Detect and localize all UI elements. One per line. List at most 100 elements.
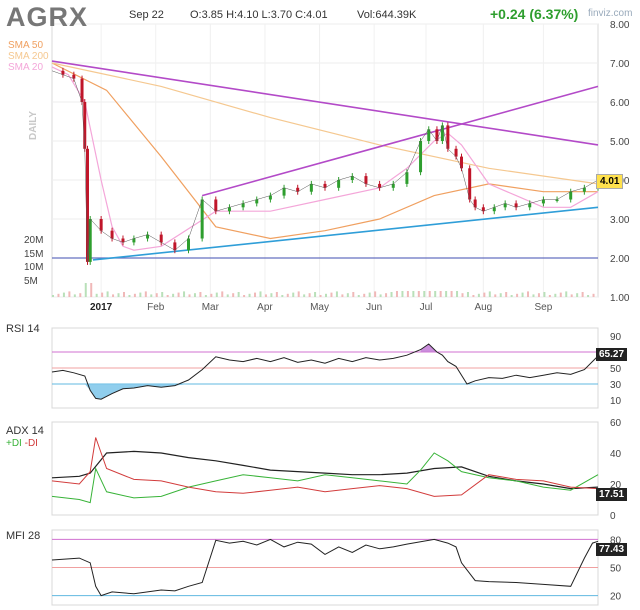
- volume-bar: [106, 291, 109, 297]
- price-close-line: [51, 70, 599, 262]
- price-tick-label: 1.00: [610, 293, 630, 304]
- rsi-last-box: 65.27: [596, 348, 628, 361]
- volume-bar: [292, 292, 295, 297]
- volume-bar: [101, 292, 104, 297]
- volume-bar: [483, 292, 486, 297]
- volume-bar: [357, 295, 360, 297]
- volume-bar: [62, 292, 65, 297]
- month-tick-label: Sep: [535, 302, 553, 313]
- volume-bar: [395, 291, 398, 297]
- chart-canvas: 8.007.006.005.004.003.002.001.002017FebM…: [24, 20, 630, 606]
- volume-tick-label: 10M: [24, 262, 43, 273]
- volume-bar: [314, 292, 317, 297]
- rsi-tick-label: 10: [610, 396, 622, 407]
- volume-bar: [281, 295, 284, 297]
- candle-body: [214, 199, 218, 212]
- volume-bar: [385, 293, 388, 297]
- volume-bar: [499, 293, 502, 297]
- rsi-tick-label: 30: [610, 380, 622, 391]
- volume-bar: [73, 294, 76, 297]
- candle-body: [200, 199, 204, 239]
- volume-bar: [488, 291, 491, 297]
- candle-body: [83, 102, 87, 149]
- candle-body: [337, 180, 341, 188]
- volume-bar: [401, 291, 404, 297]
- volume-bar: [450, 291, 453, 297]
- volume-bar: [379, 294, 382, 297]
- trendline-0: [51, 60, 599, 146]
- candle-body: [528, 203, 532, 208]
- month-tick-label: Feb: [147, 302, 165, 313]
- adx-panel-frame: [51, 421, 599, 516]
- adx-tick-label: 0: [610, 511, 616, 522]
- volume-bar: [155, 293, 158, 297]
- month-tick-label: Aug: [474, 302, 492, 313]
- month-tick-label: Apr: [257, 302, 273, 313]
- volume-bar: [232, 293, 235, 297]
- adx-series-2: [51, 437, 599, 497]
- month-tick-label: Jul: [420, 302, 433, 313]
- timeframe-label: DAILY: [28, 110, 39, 140]
- candle-body: [241, 203, 245, 208]
- volume-bar: [352, 292, 355, 297]
- volume-bar: [193, 293, 196, 297]
- legend-sma50: SMA 50: [8, 40, 44, 51]
- price-tick-label: 2.00: [610, 254, 630, 265]
- adx-tick-label: 40: [610, 449, 622, 460]
- candle-body: [159, 234, 163, 243]
- volume-bar: [581, 292, 584, 297]
- volume-bar: [95, 293, 98, 297]
- sma-line-2: [51, 66, 599, 251]
- volume-bar: [537, 293, 540, 297]
- volume-bar: [335, 291, 338, 297]
- volume-bar: [325, 293, 327, 297]
- volume-bar: [565, 291, 568, 297]
- volume-bar: [275, 292, 278, 297]
- price-tick-label: 3.00: [610, 215, 630, 226]
- volume-bar: [330, 292, 333, 297]
- volume-tick-label: 15M: [24, 249, 43, 260]
- volume-bar: [248, 293, 251, 297]
- volume-bar: [172, 293, 175, 297]
- ticker-symbol: AGRX: [6, 2, 89, 32]
- month-tick-label: Jun: [366, 302, 382, 313]
- header-date: Sep 22: [129, 9, 164, 21]
- volume-bar: [270, 293, 273, 297]
- volume-bar: [122, 292, 125, 297]
- volume-bar: [341, 294, 344, 297]
- volume-bar: [264, 294, 267, 297]
- volume-bar: [243, 295, 246, 297]
- volume-bar: [412, 291, 415, 297]
- volume-bar: [516, 293, 519, 297]
- candle-body: [110, 230, 114, 239]
- volume-bar: [254, 292, 257, 297]
- volume-bar: [79, 293, 82, 297]
- candle-body: [419, 141, 423, 173]
- candle-body: [187, 238, 190, 251]
- volume-bar: [57, 293, 60, 297]
- volume-bar: [133, 293, 136, 297]
- adx-title: ADX 14: [6, 425, 44, 437]
- rsi-tick-label: 50: [610, 364, 622, 375]
- month-tick-label: May: [310, 302, 329, 313]
- volume-bar: [90, 283, 93, 297]
- candle-body: [88, 219, 92, 262]
- volume-bar: [494, 294, 497, 297]
- legend-sma20: SMA 20: [8, 62, 44, 73]
- volume-bar: [461, 293, 464, 297]
- volume-bar: [139, 292, 142, 297]
- volume-bar: [374, 291, 377, 297]
- volume-bar: [319, 295, 322, 297]
- volume-bar: [456, 291, 459, 297]
- brand-label: finviz.com: [588, 8, 633, 19]
- candle-body: [569, 191, 573, 200]
- candle-body: [255, 199, 259, 204]
- volume-bar: [510, 295, 513, 297]
- adx-series-1: [51, 452, 599, 504]
- volume-bar: [68, 291, 71, 297]
- volume-bar: [592, 293, 595, 297]
- volume-bar: [237, 292, 240, 297]
- volume-bar: [297, 291, 300, 297]
- volume-bar: [390, 292, 393, 297]
- price-tick-label: 6.00: [610, 98, 630, 109]
